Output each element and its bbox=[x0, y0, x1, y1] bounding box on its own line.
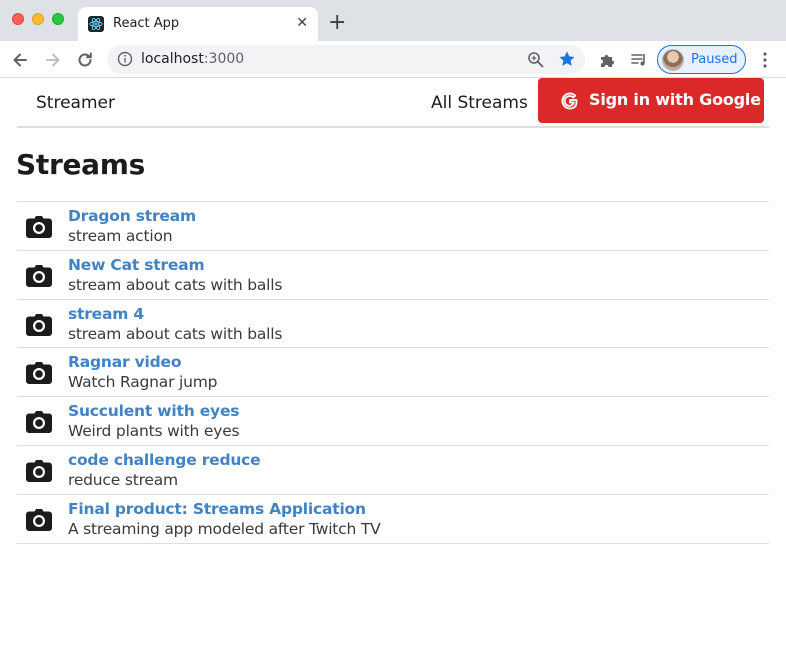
url-port: :3000 bbox=[203, 51, 245, 67]
camera-icon bbox=[26, 264, 52, 287]
sign-in-google-label: Sign in with Google bbox=[589, 90, 761, 109]
profile-status-label: Paused bbox=[691, 52, 738, 67]
stream-title-link[interactable]: Final product: Streams Application bbox=[68, 500, 366, 518]
stream-description: Weird plants with eyes bbox=[68, 422, 240, 441]
stream-list-item: stream 4 stream about cats with balls bbox=[17, 300, 769, 349]
media-queue-icon[interactable] bbox=[630, 51, 648, 69]
profile-button[interactable]: Paused bbox=[657, 45, 746, 74]
stream-description: A streaming app modeled after Twitch TV bbox=[68, 519, 381, 538]
browser-toolbar: localhost:3000 Paused bbox=[0, 41, 786, 78]
camera-icon bbox=[26, 362, 52, 385]
stream-list-item: code challenge reduce reduce stream bbox=[17, 446, 769, 495]
stream-list-item: Dragon stream stream action bbox=[17, 202, 769, 251]
google-icon bbox=[561, 92, 578, 110]
sign-in-google-button[interactable]: Sign in with Google bbox=[538, 78, 764, 123]
brand-link[interactable]: Streamer bbox=[36, 93, 115, 113]
stream-list-item: Ragnar video Watch Ragnar jump bbox=[17, 348, 769, 398]
all-streams-link[interactable]: All Streams bbox=[431, 93, 528, 113]
stream-title-link[interactable]: Ragnar video bbox=[68, 353, 182, 371]
stream-description: stream about cats with balls bbox=[68, 275, 283, 294]
tab-close-icon[interactable]: ✕ bbox=[296, 15, 308, 31]
camera-icon bbox=[26, 508, 52, 531]
url-host: localhost bbox=[141, 51, 204, 67]
tab-title: React App bbox=[113, 16, 180, 31]
bookmark-star-icon[interactable] bbox=[558, 50, 576, 68]
stream-description: Watch Ragnar jump bbox=[68, 373, 218, 392]
stream-description: stream action bbox=[68, 227, 173, 245]
address-bar[interactable]: localhost:3000 bbox=[107, 45, 585, 74]
stream-list: Dragon stream stream action New Cat stre… bbox=[17, 201, 769, 544]
stream-description: reduce stream bbox=[68, 470, 178, 489]
site-info-icon[interactable] bbox=[117, 51, 133, 67]
more-menu-icon[interactable] bbox=[762, 50, 768, 70]
browser-tab[interactable]: React App ✕ bbox=[78, 7, 318, 41]
forward-arrow-icon[interactable] bbox=[43, 50, 63, 70]
close-window-button[interactable] bbox=[12, 13, 24, 25]
page-title: Streams bbox=[16, 148, 145, 181]
maximize-window-button[interactable] bbox=[52, 13, 64, 25]
camera-icon bbox=[26, 459, 52, 482]
stream-title-link[interactable]: Dragon stream bbox=[68, 207, 196, 225]
react-logo-icon bbox=[88, 16, 104, 32]
camera-icon bbox=[26, 411, 52, 434]
back-arrow-icon[interactable] bbox=[10, 50, 30, 70]
stream-description: stream about cats with balls bbox=[68, 324, 283, 343]
browser-tab-strip: React App ✕ + bbox=[0, 0, 786, 41]
camera-icon bbox=[26, 216, 52, 238]
camera-icon bbox=[26, 313, 52, 336]
stream-title-link[interactable]: stream 4 bbox=[68, 305, 144, 323]
extensions-puzzle-icon[interactable] bbox=[598, 51, 616, 69]
stream-list-item: Final product: Streams Application A str… bbox=[17, 495, 769, 544]
stream-title-link[interactable]: New Cat stream bbox=[68, 256, 205, 274]
avatar bbox=[662, 49, 684, 71]
new-tab-button[interactable]: + bbox=[328, 10, 346, 36]
minimize-window-button[interactable] bbox=[32, 13, 44, 25]
reload-icon[interactable] bbox=[75, 50, 95, 70]
app-header: Streamer All Streams Sign in with Google bbox=[17, 78, 769, 128]
stream-title-link[interactable]: code challenge reduce bbox=[68, 451, 261, 469]
stream-list-item: New Cat stream stream about cats with ba… bbox=[17, 251, 769, 300]
stream-title-link[interactable]: Succulent with eyes bbox=[68, 402, 240, 420]
url-text: localhost:3000 bbox=[141, 51, 244, 67]
zoom-icon[interactable] bbox=[527, 51, 544, 68]
stream-list-item: Succulent with eyes Weird plants with ey… bbox=[17, 397, 769, 446]
